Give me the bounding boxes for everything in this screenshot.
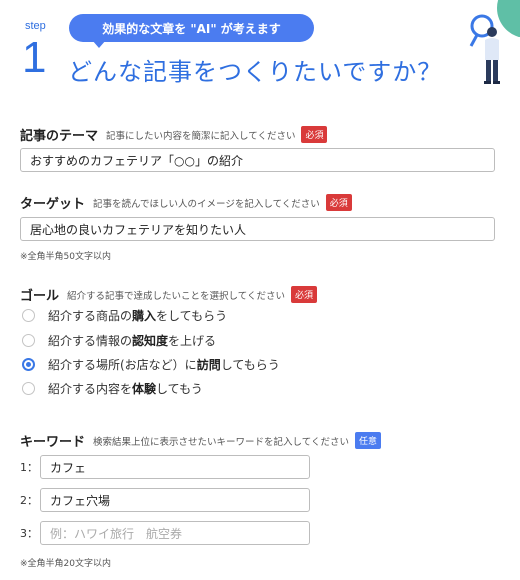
keyword-input-2[interactable]: カフェ穴場	[40, 488, 310, 512]
magnifier-person-illustration	[469, 0, 520, 84]
radio-button[interactable]	[22, 334, 35, 347]
goal-option-label: 紹介する場所(お店など）に訪問してもらう	[48, 358, 280, 372]
goal-option-purchase[interactable]: 紹介する商品の購入をしてもらう	[22, 307, 227, 324]
optional-badge: 任意	[354, 432, 381, 449]
target-title: ターゲット	[20, 197, 86, 212]
required-badge: 必須	[325, 194, 352, 211]
goal-option-experience[interactable]: 紹介する内容を体験してもう	[22, 380, 203, 397]
target-description: 記事を読んでほしい人のイメージを記入してください	[93, 198, 320, 210]
keyword-index: 1：	[20, 461, 38, 474]
goal-title: ゴール	[20, 289, 60, 304]
theme-description: 記事にしたい内容を簡潔に記入してください	[106, 130, 296, 142]
keyword-index: 2：	[20, 494, 38, 507]
theme-input[interactable]: おすすめのカフェテリア「○○」の紹介	[20, 148, 495, 172]
step-number: 1	[22, 33, 47, 82]
step-label: step	[25, 20, 46, 32]
page-header: step 1 効果的な文章を "AI" が考えます どんな記事をつくりたいですか…	[0, 0, 520, 100]
goal-option-label: 紹介する情報の認知度を上げる	[48, 334, 217, 348]
radio-button[interactable]	[22, 382, 35, 395]
required-badge: 必須	[301, 126, 328, 143]
page-title: どんな記事をつくりたいですか？	[68, 58, 443, 86]
goal-option-label: 紹介する内容を体験してもう	[48, 382, 203, 396]
radio-button[interactable]	[22, 309, 35, 322]
speech-bubble-tail	[92, 40, 106, 48]
keyword-row-3: 3： 例：ハワイ旅行 航空券	[20, 521, 310, 545]
keyword-char-limit-note: ※全角半角20文字以内	[20, 559, 111, 569]
required-badge: 必須	[290, 286, 317, 303]
goal-option-awareness[interactable]: 紹介する情報の認知度を上げる	[22, 332, 216, 349]
radio-button-selected[interactable]	[22, 358, 35, 371]
goal-option-visit[interactable]: 紹介する場所(お店など）に訪問してもらう	[22, 356, 280, 373]
keyword-index: 3：	[20, 527, 38, 540]
ai-speech-bubble: 効果的な文章を "AI" が考えます	[69, 14, 314, 42]
keyword-title: キーワード	[20, 435, 86, 450]
keyword-row-2: 2： カフェ穴場	[20, 488, 310, 512]
theme-section: 記事のテーマ 記事にしたい内容を簡潔に記入してください 必須	[20, 125, 328, 144]
keyword-row-1: 1： カフェ	[20, 455, 310, 479]
keyword-input-3[interactable]: 例：ハワイ旅行 航空券	[40, 521, 310, 545]
target-input[interactable]: 居心地の良いカフェテリアを知りたい人	[20, 217, 495, 241]
keyword-input-1[interactable]: カフェ	[40, 455, 310, 479]
theme-title: 記事のテーマ	[20, 129, 99, 144]
keyword-section: キーワード 検索結果上位に表示させたいキーワードを記入してください 任意	[20, 431, 381, 450]
target-char-limit-note: ※全角半角50文字以内	[20, 252, 111, 262]
goal-description: 紹介する記事で達成したいことを選択してください	[67, 290, 285, 302]
keyword-description: 検索結果上位に表示させたいキーワードを記入してください	[93, 436, 349, 448]
goal-section: ゴール 紹介する記事で達成したいことを選択してください 必須	[20, 285, 317, 304]
goal-option-label: 紹介する商品の購入をしてもらう	[48, 309, 228, 323]
target-section: ターゲット 記事を読んでほしい人のイメージを記入してください 必須	[20, 193, 352, 212]
